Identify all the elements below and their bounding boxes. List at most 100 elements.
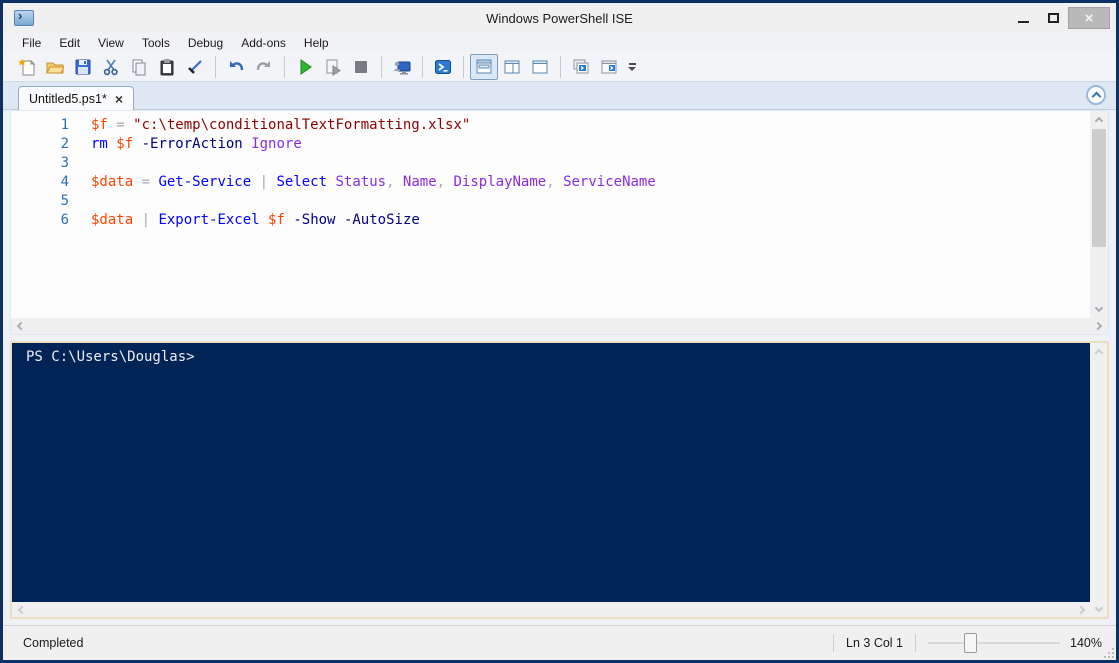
console-screen[interactable]: PS C:\Users\Douglas> [12, 343, 1090, 602]
run-selection-button[interactable] [319, 54, 347, 80]
toolbar-separator [284, 55, 285, 78]
line-number: 3 [60, 155, 69, 171]
window-title: Windows PowerShell ISE [486, 10, 633, 26]
scroll-right-icon[interactable] [1091, 318, 1108, 333]
code-line: 3 [11, 154, 1090, 173]
line-number: 6 [60, 212, 69, 228]
zoom-slider-thumb[interactable] [964, 633, 978, 653]
code-text: $f = "c:\temp\conditionalTextFormatting.… [91, 117, 471, 133]
menu-bar: File Edit View Tools Debug Add-ons Help [3, 33, 1116, 52]
toolbar-overflow-button[interactable] [625, 54, 639, 80]
menu-edit[interactable]: Edit [50, 34, 89, 52]
script-pane-top-icon [476, 59, 492, 73]
line-number: 5 [60, 193, 69, 209]
scroll-right-icon[interactable] [1074, 602, 1090, 617]
powershell-window-icon [601, 60, 617, 73]
menu-view[interactable]: View [89, 34, 133, 52]
run-script-icon [300, 58, 312, 75]
paste-button[interactable] [153, 54, 181, 80]
toolbar-separator [381, 55, 382, 78]
stop-button[interactable] [347, 54, 375, 80]
tab-untitled5[interactable]: Untitled5.ps1* × [18, 86, 135, 110]
line-number: 2 [60, 136, 69, 152]
close-button[interactable]: × [1068, 7, 1110, 29]
scroll-up-icon[interactable] [1090, 343, 1107, 359]
minimize-button[interactable] [1008, 7, 1038, 29]
open-icon [46, 62, 64, 73]
maximize-icon [1047, 13, 1059, 23]
save-button[interactable] [69, 54, 97, 80]
tab-close-icon[interactable]: × [115, 92, 123, 106]
code-text: $data | Export-Excel $f -Show -AutoSize [91, 212, 420, 228]
show-script-pane-maximized-button[interactable] [526, 54, 554, 80]
copy-icon [132, 59, 146, 75]
code-text: rm $f -ErrorAction Ignore [91, 136, 302, 152]
show-script-pane-right-button[interactable] [498, 54, 526, 80]
save-icon [75, 59, 91, 74]
console-horizontal-scrollbar[interactable] [12, 602, 1090, 617]
scroll-left-icon[interactable] [12, 602, 28, 617]
menu-add-ons[interactable]: Add-ons [232, 34, 295, 52]
editor-vertical-scrollbar[interactable] [1090, 111, 1108, 318]
toolbar-separator [422, 55, 423, 78]
line-number: 4 [60, 174, 69, 190]
console-prompt: PS C:\Users\Douglas> [26, 349, 195, 365]
new-script-button[interactable] [13, 54, 41, 80]
scroll-left-icon[interactable] [11, 318, 28, 333]
new-remote-tab-icon [394, 61, 411, 75]
start-powershell-button[interactable] [429, 54, 457, 80]
show-script-pane-top-button[interactable] [470, 53, 498, 80]
new-script-icon [18, 58, 36, 75]
show-powershell-window-button[interactable] [595, 54, 623, 80]
script-pane-max-icon [532, 60, 548, 73]
toolbar-overflow-icon [628, 62, 636, 65]
line-number: 1 [60, 117, 69, 133]
scroll-up-icon[interactable] [1090, 111, 1108, 128]
editor-horizontal-scrollbar[interactable] [10, 318, 1109, 335]
copy-button[interactable] [125, 54, 153, 80]
run-selection-icon [326, 59, 341, 76]
cut-button[interactable] [97, 54, 125, 80]
window-controls: × [1008, 3, 1110, 33]
scrollbar-thumb[interactable] [1092, 129, 1106, 247]
new-powershell-tab-button[interactable] [567, 54, 595, 80]
code-line: 4 $data = Get-Service | Select Status, Na… [11, 173, 1090, 192]
redo-button[interactable] [250, 54, 278, 80]
console-vertical-scrollbar[interactable] [1090, 343, 1107, 617]
toolbar-separator [463, 55, 464, 78]
script-editor[interactable]: 1 $f = "c:\temp\conditionalTextFormatting… [10, 110, 1109, 318]
zoom-slider[interactable] [928, 633, 1061, 653]
code-area[interactable]: 1 $f = "c:\temp\conditionalTextFormatting… [11, 111, 1090, 318]
open-button[interactable] [41, 54, 69, 80]
undo-button[interactable] [222, 54, 250, 80]
run-script-button[interactable] [291, 54, 319, 80]
tab-strip: Untitled5.ps1* × [3, 82, 1116, 110]
resize-grip[interactable] [1102, 646, 1114, 658]
menu-help[interactable]: Help [295, 34, 338, 52]
powershell-tab-icon [573, 59, 589, 73]
clear-console-icon [188, 59, 202, 74]
menu-debug[interactable]: Debug [179, 34, 232, 52]
menu-file[interactable]: File [13, 34, 50, 52]
minimize-icon [1017, 21, 1029, 23]
redo-icon [256, 60, 270, 70]
scroll-down-icon[interactable] [1090, 301, 1108, 318]
chevron-up-icon [1091, 91, 1101, 102]
paste-icon [160, 58, 174, 75]
start-powershell-icon [435, 59, 451, 74]
zoom-slider-track[interactable] [928, 642, 1061, 644]
code-line: 6 $data | Export-Excel $f -Show -AutoSize [11, 211, 1090, 230]
code-line: 1 $f = "c:\temp\conditionalTextFormatting… [11, 116, 1090, 135]
clear-console-button[interactable] [181, 54, 209, 80]
console-main: PS C:\Users\Douglas> [12, 343, 1090, 617]
toolbar [3, 52, 1116, 82]
maximize-button[interactable] [1038, 7, 1068, 29]
menu-tools[interactable]: Tools [133, 34, 179, 52]
code-text: $data = Get-Service | Select Status, Nam… [91, 174, 656, 190]
close-icon: × [1084, 9, 1094, 27]
cut-icon [103, 59, 118, 75]
script-pane-collapse-button[interactable] [1086, 85, 1106, 105]
scroll-down-icon[interactable] [1090, 601, 1107, 617]
console-pane: PS C:\Users\Douglas> [10, 341, 1109, 619]
new-remote-powershell-tab-button[interactable] [388, 54, 416, 80]
